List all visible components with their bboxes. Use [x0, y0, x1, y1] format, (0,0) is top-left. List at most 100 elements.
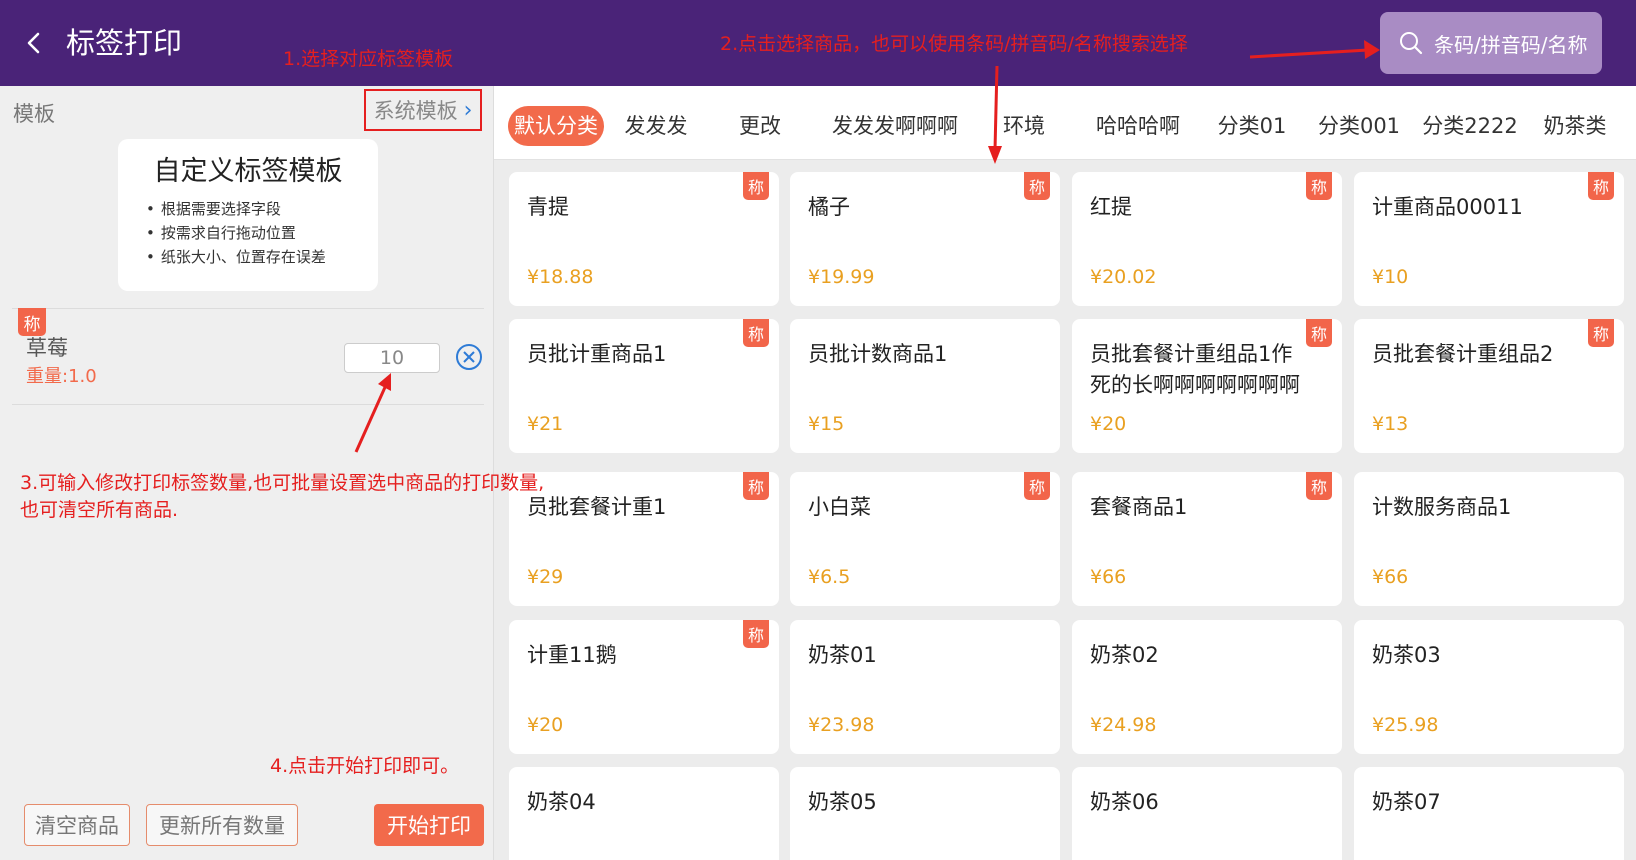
- product-card[interactable]: 奶茶04: [509, 767, 779, 860]
- product-card[interactable]: 计重11鹅 ¥20 称: [509, 620, 779, 754]
- product-name: 奶茶05: [808, 790, 877, 814]
- product-name: 小白菜: [808, 495, 871, 519]
- annotation-step3-line1: 3.可输入修改打印标签数量,也可批量设置选中商品的打印数量,: [20, 472, 545, 494]
- clear-items-button[interactable]: 清空商品: [24, 804, 130, 846]
- template-bullet: 纸张大小、位置存在误差: [146, 245, 326, 269]
- annotation-step1: 1.选择对应标签模板: [283, 48, 454, 70]
- product-name: 计重11鹅: [527, 643, 617, 667]
- template-label: 模板: [13, 102, 55, 126]
- product-name: 奶茶04: [527, 790, 596, 814]
- weigh-badge: 称: [1588, 319, 1614, 347]
- search-icon: [1400, 32, 1423, 55]
- product-card[interactable]: 小白菜 ¥6.5 称: [790, 472, 1060, 606]
- product-card[interactable]: 奶茶01 ¥23.98: [790, 620, 1060, 754]
- product-card[interactable]: 员批套餐计重1 ¥29 称: [509, 472, 779, 606]
- product-card[interactable]: 奶茶07: [1354, 767, 1624, 860]
- product-card[interactable]: 奶茶02 ¥24.98: [1072, 620, 1342, 754]
- template-select[interactable]: 系统模板 ›: [364, 89, 482, 131]
- search-placeholder: 条码/拼音码/名称: [1434, 32, 1588, 57]
- tab-category[interactable]: 奶茶类: [1538, 106, 1612, 146]
- close-circle-icon: [456, 344, 482, 370]
- product-name: 员批套餐计重1: [527, 495, 667, 519]
- annotation-step3-line2: 也可清空所有商品.: [20, 499, 179, 521]
- back-button[interactable]: [20, 26, 50, 60]
- product-price: ¥24.98: [1090, 714, 1157, 736]
- tab-category[interactable]: 哈哈哈啊: [1084, 106, 1192, 146]
- weigh-badge: 称: [1306, 319, 1332, 347]
- selected-item-weight: 重量:1.0: [26, 366, 97, 387]
- template-card-bullets: 根据需要选择字段 按需求自行拖动位置 纸张大小、位置存在误差: [146, 197, 326, 269]
- product-name: 计重商品00011: [1372, 195, 1523, 219]
- product-price: ¥18.88: [527, 266, 594, 288]
- tab-default[interactable]: 默认分类: [508, 106, 604, 146]
- product-card[interactable]: 奶茶06: [1072, 767, 1342, 860]
- template-select-label: 系统模板: [373, 99, 458, 123]
- product-card[interactable]: 员批套餐计重组品1作死的长啊啊啊啊啊啊啊 ¥20 称: [1072, 319, 1342, 453]
- annotation-step2: 2.点击选择商品，也可以使用条码/拼音码/名称搜索选择: [720, 33, 1188, 55]
- tab-category[interactable]: 更改: [730, 106, 790, 146]
- weigh-badge: 称: [1306, 472, 1332, 500]
- template-preview-card[interactable]: 自定义标签模板 根据需要选择字段 按需求自行拖动位置 纸张大小、位置存在误差: [118, 139, 378, 291]
- product-price: ¥15: [808, 413, 845, 435]
- template-card-title: 自定义标签模板: [153, 156, 343, 187]
- product-name: 橘子: [808, 195, 850, 219]
- category-tabs: 默认分类 发发发 更改 发发发啊啊啊 环境 哈哈哈啊 分类01 分类001 分类…: [494, 86, 1636, 160]
- product-name: 员批套餐计重组品1作死的长啊啊啊啊啊啊啊: [1090, 342, 1300, 397]
- product-price: ¥66: [1090, 566, 1127, 588]
- product-price: ¥21: [527, 413, 564, 435]
- product-name: 奶茶03: [1372, 643, 1441, 667]
- product-name: 奶茶02: [1090, 643, 1159, 667]
- product-name: 奶茶01: [808, 643, 877, 667]
- tab-category[interactable]: 分类01: [1210, 106, 1294, 146]
- weigh-badge: 称: [1024, 172, 1050, 200]
- product-grid: 青提 ¥18.88 称橘子 ¥19.99 称红提 ¥20.02 称计重商品00011 ¥10 称…: [494, 160, 1636, 860]
- weigh-badge: 称: [1306, 172, 1332, 200]
- template-bullet: 根据需要选择字段: [146, 197, 326, 221]
- tab-category[interactable]: 环境: [994, 106, 1054, 146]
- tab-category[interactable]: 分类001: [1314, 106, 1404, 146]
- update-all-quantity-button[interactable]: 更新所有数量: [146, 804, 298, 846]
- tab-category[interactable]: 分类2222: [1418, 106, 1522, 146]
- product-name: 套餐商品1: [1090, 495, 1188, 519]
- product-name: 红提: [1090, 195, 1132, 219]
- weigh-badge: 称: [743, 620, 769, 648]
- product-card[interactable]: 员批计重商品1 ¥21 称: [509, 319, 779, 453]
- product-price: ¥10: [1372, 266, 1409, 288]
- product-name: 奶茶06: [1090, 790, 1159, 814]
- product-card[interactable]: 奶茶05: [790, 767, 1060, 860]
- product-card[interactable]: 青提 ¥18.88 称: [509, 172, 779, 306]
- product-card[interactable]: 红提 ¥20.02 称: [1072, 172, 1342, 306]
- weigh-badge: 称: [1024, 472, 1050, 500]
- back-arrow-icon: [27, 32, 40, 54]
- product-card[interactable]: 计重商品00011 ¥10 称: [1354, 172, 1624, 306]
- product-card[interactable]: 员批计数商品1 ¥15: [790, 319, 1060, 453]
- weigh-badge: 称: [1588, 172, 1614, 200]
- page-title: 标签打印: [66, 26, 183, 60]
- product-price: ¥6.5: [808, 566, 851, 588]
- product-card[interactable]: 奶茶03 ¥25.98: [1354, 620, 1624, 754]
- product-price: ¥19.99: [808, 266, 875, 288]
- product-name: 计数服务商品1: [1372, 495, 1512, 519]
- selected-item-name: 草莓: [26, 336, 68, 360]
- quantity-input[interactable]: 10: [344, 343, 440, 373]
- divider: [12, 404, 484, 405]
- product-card[interactable]: 套餐商品1 ¥66 称: [1072, 472, 1342, 606]
- product-name: 员批套餐计重组品2: [1372, 342, 1554, 366]
- product-card[interactable]: 橘子 ¥19.99 称: [790, 172, 1060, 306]
- product-price: ¥20.02: [1090, 266, 1157, 288]
- product-name: 员批计重商品1: [527, 342, 667, 366]
- product-price: ¥20: [527, 714, 564, 736]
- tab-category[interactable]: 发发发: [614, 106, 698, 146]
- start-print-button[interactable]: 开始打印: [374, 804, 484, 846]
- template-bullet: 按需求自行拖动位置: [146, 221, 326, 245]
- product-card[interactable]: 员批套餐计重组品2 ¥13 称: [1354, 319, 1624, 453]
- weigh-badge: 称: [743, 319, 769, 347]
- product-price: ¥66: [1372, 566, 1409, 588]
- search-box[interactable]: 条码/拼音码/名称: [1380, 12, 1602, 74]
- product-card[interactable]: 计数服务商品1 ¥66: [1354, 472, 1624, 606]
- tab-category[interactable]: 发发发啊啊啊: [822, 106, 968, 146]
- divider: [12, 308, 484, 309]
- product-name: 员批计数商品1: [808, 342, 948, 366]
- annotation-step4: 4.点击开始打印即可。: [270, 755, 460, 777]
- remove-item-button[interactable]: [454, 342, 484, 372]
